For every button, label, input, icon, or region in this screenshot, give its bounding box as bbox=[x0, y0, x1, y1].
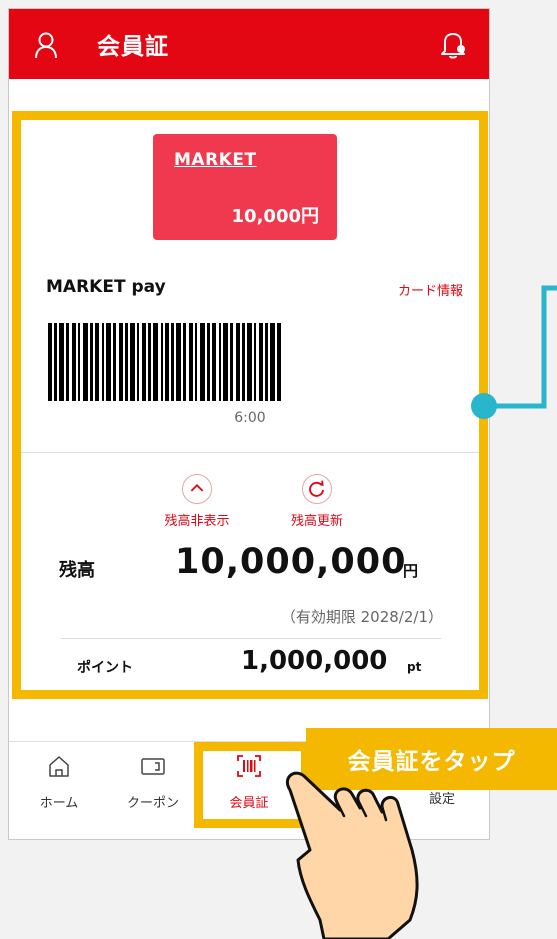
coupon-icon bbox=[141, 758, 165, 775]
balance-expiry: （有効期限 2028/2/1） bbox=[280, 608, 443, 626]
points-value: 1,000,000 bbox=[241, 646, 388, 676]
pay-label: MARKET pay bbox=[46, 277, 166, 297]
bell-icon[interactable] bbox=[439, 29, 467, 59]
card-amount: 10,000円 bbox=[231, 206, 319, 227]
market-card-thumbnail[interactable]: MARKET 10,000円 bbox=[153, 134, 337, 240]
barcode-bar bbox=[254, 323, 256, 401]
barcode-bar bbox=[247, 323, 252, 401]
refresh-icon bbox=[302, 474, 332, 504]
card-brand-name: MARKET bbox=[174, 150, 257, 170]
barcode-bar bbox=[171, 323, 174, 401]
barcode-bar bbox=[161, 323, 163, 401]
barcode-bar bbox=[212, 323, 216, 401]
refresh-balance-button[interactable]: 残高更新 bbox=[277, 474, 357, 529]
barcode-bar bbox=[189, 323, 193, 401]
home-icon bbox=[49, 756, 69, 777]
barcode-bar bbox=[219, 323, 221, 401]
divider bbox=[21, 452, 479, 453]
nav-label-home: ホーム bbox=[39, 796, 79, 811]
user-icon[interactable] bbox=[33, 31, 59, 59]
barcode-bar bbox=[78, 323, 80, 401]
barcode-bar bbox=[48, 323, 52, 401]
barcode-bar bbox=[142, 323, 146, 401]
barcode-timer: 6:00 bbox=[234, 410, 266, 426]
points-label: ポイント bbox=[77, 660, 133, 676]
barcode-bar bbox=[59, 323, 64, 401]
refresh-balance-label: 残高更新 bbox=[290, 514, 343, 529]
balance-unit: 円 bbox=[403, 562, 419, 580]
divider bbox=[61, 638, 441, 639]
barcode-bar bbox=[130, 323, 135, 401]
barcode-bar bbox=[207, 323, 210, 401]
barcode-bar bbox=[54, 323, 57, 401]
hide-balance-label: 残高非表示 bbox=[164, 514, 230, 529]
barcode-bar bbox=[265, 323, 268, 401]
barcode-bar bbox=[66, 323, 69, 401]
barcode-bar bbox=[106, 323, 111, 401]
chevron-up-icon bbox=[182, 474, 212, 504]
app-header: 会員証 bbox=[9, 9, 489, 79]
barcode-bar bbox=[270, 323, 275, 401]
barcode-bar bbox=[195, 323, 197, 401]
barcode-bar bbox=[176, 323, 181, 401]
barcode-bar bbox=[183, 323, 186, 401]
connector-line bbox=[471, 285, 557, 419]
nav-item-home[interactable]: ホーム bbox=[29, 754, 89, 811]
barcode-bar bbox=[125, 323, 128, 401]
barcode-bar bbox=[165, 323, 169, 401]
barcode-bar bbox=[137, 323, 139, 401]
barcode-bar bbox=[259, 323, 263, 401]
card-highlight-frame: MARKET 10,000円 MARKET pay カード情報 6:00 残高非… bbox=[12, 111, 488, 699]
balance-label: 残高 bbox=[59, 560, 95, 581]
barcode bbox=[48, 323, 281, 401]
barcode-bar bbox=[95, 323, 99, 401]
barcode-bar bbox=[90, 323, 93, 401]
barcode-bar bbox=[102, 323, 104, 401]
barcode-bar bbox=[200, 323, 205, 401]
barcode-bar bbox=[83, 323, 88, 401]
nav-label-coupon: クーポン bbox=[126, 796, 179, 811]
barcode-bar bbox=[236, 323, 240, 401]
page-title: 会員証 bbox=[97, 34, 169, 60]
barcode-bar bbox=[277, 323, 281, 401]
barcode-bar bbox=[223, 323, 228, 401]
nav-item-coupon[interactable]: クーポン bbox=[113, 754, 193, 811]
barcode-bar bbox=[230, 323, 233, 401]
phone-screen: 会員証 MARKET 10,000円 MARKET pay カード情報 6:00 bbox=[8, 8, 490, 840]
barcode-bar bbox=[148, 323, 151, 401]
points-unit: pt bbox=[407, 660, 422, 674]
member-card-panel: MARKET 10,000円 MARKET pay カード情報 6:00 残高非… bbox=[21, 120, 479, 690]
barcode-bar bbox=[119, 323, 123, 401]
barcode-bar bbox=[72, 323, 76, 401]
card-info-link[interactable]: カード情報 bbox=[398, 280, 463, 299]
pointing-hand-icon bbox=[285, 771, 419, 939]
connector-dot bbox=[471, 393, 497, 419]
hide-balance-button[interactable]: 残高非表示 bbox=[157, 474, 237, 529]
main-content: MARKET 10,000円 MARKET pay カード情報 6:00 残高非… bbox=[9, 79, 489, 739]
barcode-bar bbox=[113, 323, 116, 401]
barcode-bar bbox=[153, 323, 158, 401]
balance-value: 10,000,000 bbox=[175, 542, 407, 582]
barcode-bar bbox=[242, 323, 245, 401]
